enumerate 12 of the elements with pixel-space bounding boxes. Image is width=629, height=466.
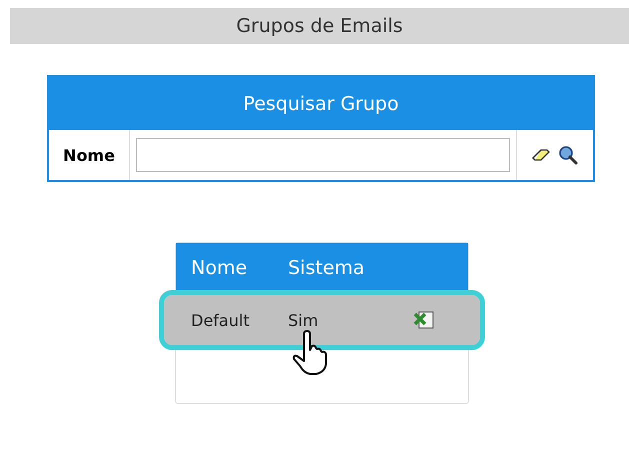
column-header: Sistema bbox=[287, 257, 366, 279]
page-title: Grupos de Emails bbox=[10, 8, 629, 44]
table-cell-text: Sim bbox=[287, 310, 320, 330]
table-cell-text: Default bbox=[190, 310, 250, 330]
field-label: Nome bbox=[49, 130, 130, 180]
search-icon[interactable] bbox=[558, 145, 578, 165]
panel-title: Pesquisar Grupo bbox=[49, 77, 593, 130]
name-input-field[interactable] bbox=[136, 138, 510, 172]
eraser-icon[interactable] bbox=[532, 147, 550, 163]
column-header: Nome bbox=[190, 257, 248, 279]
table-row[interactable]: Default Sim bbox=[164, 295, 480, 345]
spreadsheet-icon[interactable] bbox=[413, 310, 435, 330]
